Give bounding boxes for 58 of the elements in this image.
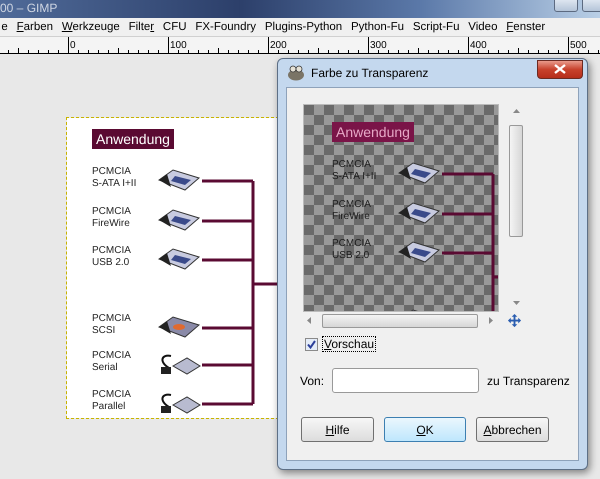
field-suffix: zu Transparenz: [487, 374, 570, 388]
pc-card-icon: [397, 240, 441, 264]
pc-card-icon: [397, 161, 441, 185]
pc-card-icon: [397, 201, 441, 225]
scroll-up-icon[interactable]: [512, 109, 520, 113]
device-label: PCMCIA S-ATA I+II: [332, 159, 376, 183]
menu-item[interactable]: Python-Fu: [346, 21, 408, 33]
pc-card-icon: [157, 208, 201, 232]
close-icon: [554, 64, 566, 74]
menu-item[interactable]: Farben: [12, 21, 58, 33]
device-label: PCMCIA USB 2.0: [332, 238, 371, 262]
preview-pane[interactable]: Anwendung PCMCIA S-ATA I+II PCMCIA FireWire PCMCIA USB 2.0: [303, 104, 499, 312]
menu-item[interactable]: Video: [464, 21, 502, 33]
device-label: PCMCIA Parallel: [92, 389, 131, 413]
pc-card-icon: [157, 168, 201, 192]
diagram-heading: Anwendung: [332, 122, 414, 142]
dialog-button[interactable]: Abbrechen: [476, 417, 549, 442]
checkbox-label[interactable]: Vorschau: [323, 337, 376, 351]
menu-item[interactable]: Fenster: [502, 21, 550, 33]
ruler-label: 400: [470, 40, 487, 51]
scrollbar-thumb[interactable]: [509, 125, 523, 237]
dialog-button[interactable]: OK: [384, 417, 466, 442]
color-field[interactable]: [332, 368, 480, 393]
device-label: PCMCIA USB 2.0: [92, 245, 131, 269]
pc-card-icon: [157, 315, 201, 339]
check-icon: [307, 340, 316, 348]
ruler-label: 0: [70, 40, 76, 51]
dialog-title: Farbe zu Transparenz: [311, 66, 430, 80]
close-button[interactable]: [537, 60, 583, 78]
navigate-icon[interactable]: [507, 313, 522, 328]
menu-item[interactable]: Script-Fu: [408, 21, 464, 33]
scroll-left-icon[interactable]: [307, 317, 311, 324]
ruler-label: 100: [170, 40, 187, 51]
device-label: PCMCIA FireWire: [92, 206, 131, 230]
diagram-heading: Anwendung: [92, 129, 174, 149]
ruler-label: 200: [270, 40, 287, 51]
scroll-down-icon[interactable]: [512, 301, 520, 305]
pc-card-icon: [157, 247, 201, 271]
window-button[interactable]: [554, 0, 578, 12]
device-label: PCMCIA Serial: [92, 350, 131, 374]
menu-item[interactable]: FX-Foundry: [190, 21, 260, 33]
menu-item[interactable]: CFU: [158, 21, 191, 33]
scrollbar-thumb[interactable]: [322, 314, 478, 328]
field-label: Von:: [300, 374, 324, 388]
app-icon: [287, 65, 305, 81]
window-title: 00 – GIMP: [0, 1, 58, 15]
ruler-label: 500: [570, 40, 587, 51]
scroll-right-icon[interactable]: [489, 317, 493, 324]
dialog-button[interactable]: Hilfe: [301, 417, 374, 442]
menu-item[interactable]: Werkzeuge: [57, 21, 124, 33]
ruler-label: 300: [370, 40, 387, 51]
device-label: PCMCIA S-ATA I+II: [92, 166, 136, 190]
preview-checkbox[interactable]: [305, 338, 318, 350]
menu-item[interactable]: e: [0, 21, 12, 33]
device-label: PCMCIA SCSI: [92, 313, 131, 337]
menu-item[interactable]: Filter: [124, 21, 159, 33]
device-label: PCMCIA FireWire: [332, 199, 371, 223]
menu-item[interactable]: Plugins-Python: [260, 21, 347, 33]
